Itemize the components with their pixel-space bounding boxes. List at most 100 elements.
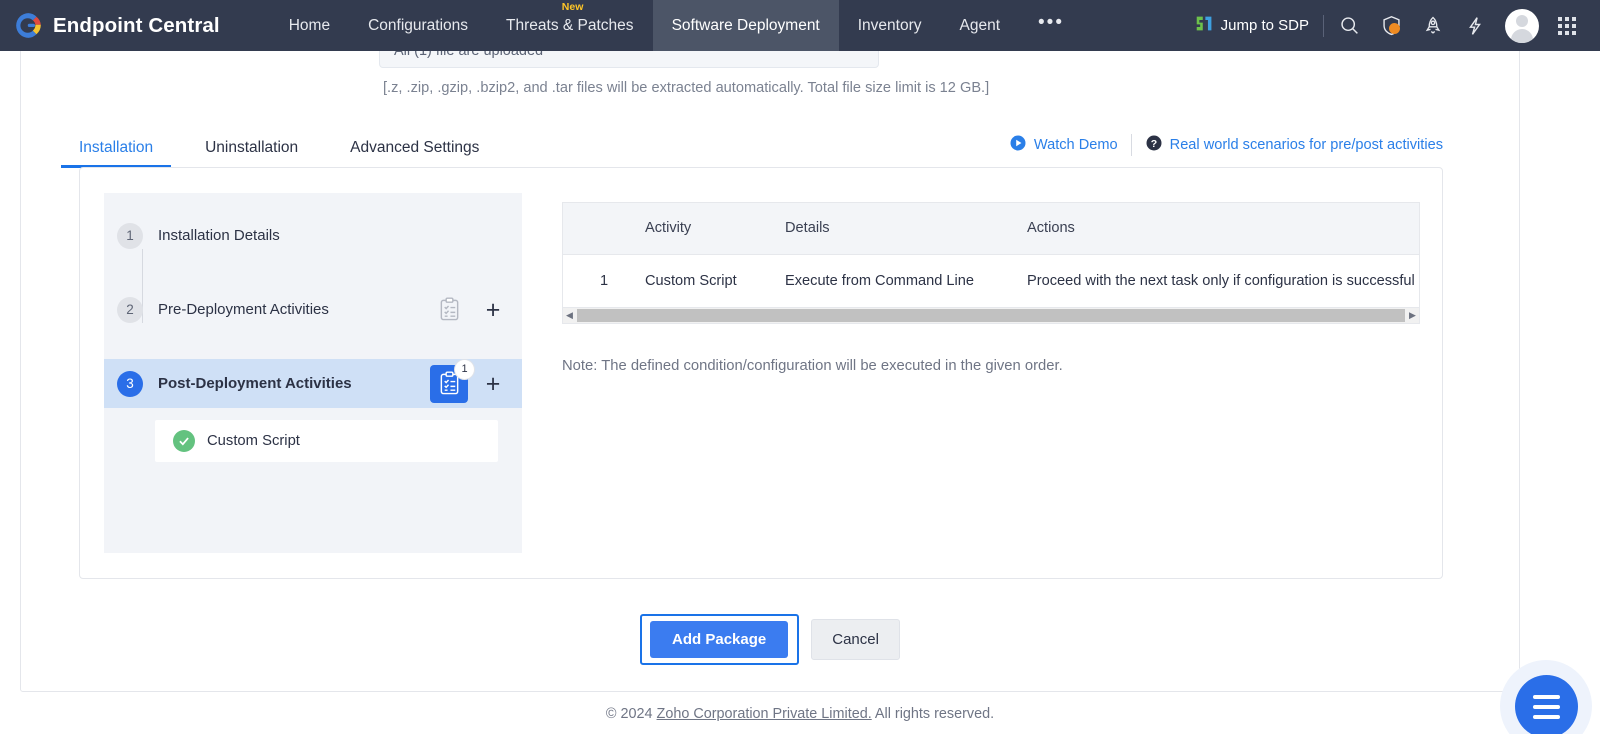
activities-panel: 1 Installation Details 2 Pre-Deployment … [79,167,1443,579]
shield-alert-dot [1388,23,1400,34]
scroll-right-arrow-icon[interactable]: ▶ [1406,310,1419,321]
table-header-row: Activity Details Actions [563,203,1419,255]
activities-table: Activity Details Actions 1 Custom Script… [562,202,1420,324]
app-grid-icon[interactable] [1546,0,1588,51]
new-badge: New [561,1,584,13]
footer-suffix: All rights reserved. [871,706,995,722]
menu-lines-icon [1533,704,1560,709]
clipboard-checklist-icon[interactable] [430,291,468,329]
upload-status-message: All (1) file are uploaded [379,51,879,68]
tab-label: Advanced Settings [350,139,480,156]
tab-label: Installation [79,139,154,156]
step-number: 3 [117,370,143,397]
footer: © 2024 Zoho Corporation Private Limited.… [0,706,1600,722]
top-navigation-bar: Endpoint Central Home Configurations New… [0,0,1600,51]
nav-item-home[interactable]: Home [270,0,349,51]
column-header-details: Details [785,203,1027,255]
search-icon[interactable] [1328,0,1370,51]
nav-item-label: Home [288,16,331,34]
tab-advanced-settings[interactable]: Advanced Settings [350,139,479,167]
row-actions: Proceed with the next task only if confi… [1027,272,1415,289]
nav-item-software-deployment[interactable]: Software Deployment [652,0,839,51]
step-pre-deployment-activities[interactable]: 2 Pre-Deployment Activities + [104,285,522,334]
package-form-card: All (1) file are uploaded [.z, .zip, .gz… [20,51,1520,692]
avatar[interactable] [1505,8,1539,43]
add-pre-deployment-activity-button[interactable]: + [480,297,506,322]
app-grid-dots [1558,16,1576,35]
row-details: Execute from Command Line [785,272,974,289]
add-package-button[interactable]: Add Package [650,621,789,658]
activity-count-badge: 1 [455,359,474,379]
header-actions: Jump to SDP [1195,0,1600,51]
menu-lines-icon [1533,714,1560,719]
zoho-corporation-link[interactable]: Zoho Corporation Private Limited. [657,706,872,722]
real-world-scenarios-link[interactable]: ? Real world scenarios for pre/post acti… [1145,134,1443,156]
step-label: Installation Details [158,227,280,244]
check-circle-icon [173,430,195,452]
table-row[interactable]: 1 Custom Script Execute from Command Lin… [563,254,1419,307]
step-label: Pre-Deployment Activities [158,301,329,318]
step-post-deployment-activities[interactable]: 3 Post-Deployment Activities 1 + [104,359,522,408]
row-activity-link[interactable]: Custom Script [645,254,785,307]
jump-to-sdp-label: Jump to SDP [1220,17,1309,34]
order-note: Note: The defined condition/configuratio… [562,358,1063,374]
scroll-left-arrow-icon[interactable]: ◀ [563,310,576,321]
primary-nav: Home Configurations New Threats & Patche… [270,0,1083,51]
upload-hint-text: [.z, .zip, .gzip, .bzip2, and .tar files… [383,80,990,96]
nav-item-agent[interactable]: Agent [941,0,1020,51]
watch-demo-link[interactable]: Watch Demo [1009,134,1118,156]
brand-name: Endpoint Central [53,13,220,37]
step-label: Post-Deployment Activities [158,375,352,392]
nav-item-label: Threats & Patches [506,16,634,34]
rocket-icon[interactable] [1412,0,1454,51]
nav-item-configurations[interactable]: Configurations [349,0,487,51]
nav-item-label: Configurations [368,16,469,34]
sdp-logo-icon [1195,14,1214,37]
page-body: All (1) file are uploaded [.z, .zip, .gz… [0,51,1600,734]
clipboard-checklist-icon[interactable]: 1 [430,359,474,403]
more-dots-icon: ••• [1038,11,1064,33]
scrollbar-thumb[interactable] [577,309,1405,322]
column-header-index [563,203,645,255]
floating-menu-button[interactable] [1515,675,1578,734]
nav-item-more[interactable]: ••• [1019,0,1083,51]
help-circle-icon: ? [1145,134,1163,156]
deployment-steps-pane: 1 Installation Details 2 Pre-Deployment … [104,193,522,553]
shield-icon[interactable] [1370,0,1412,51]
jump-to-sdp-link[interactable]: Jump to SDP [1195,14,1324,37]
avatar-silhouette-icon [1505,9,1539,43]
row-index: 1 [599,272,609,289]
nav-item-label: Agent [959,16,1001,34]
tab-uninstallation[interactable]: Uninstallation [205,139,298,167]
step-installation-details[interactable]: 1 Installation Details [104,211,522,260]
add-post-deployment-activity-button[interactable]: + [480,371,506,396]
tab-installation[interactable]: Installation [60,139,172,168]
svg-text:?: ? [1150,138,1156,150]
nav-item-threats-and-patches[interactable]: New Threats & Patches [487,0,653,51]
real-world-scenarios-label: Real world scenarios for pre/post activi… [1169,137,1443,153]
step-number: 1 [117,222,143,249]
tab-bar: Installation Uninstallation Advanced Set… [60,126,1519,168]
column-header-activity: Activity [645,203,785,255]
nav-item-inventory[interactable]: Inventory [839,0,941,51]
table-horizontal-scrollbar[interactable]: ◀ ▶ [563,307,1419,323]
sub-activity-item[interactable]: Custom Script [155,420,498,462]
link-separator [1130,134,1132,156]
column-header-actions: Actions [1027,203,1419,255]
menu-lines-icon [1533,694,1560,699]
watch-demo-label: Watch Demo [1033,137,1118,153]
form-actions: Add Package Cancel [21,614,1519,665]
footer-prefix: © 2024 [605,706,657,722]
play-circle-icon [1009,134,1027,156]
step-number: 2 [117,296,143,323]
brand[interactable]: Endpoint Central [0,11,220,40]
cancel-button[interactable]: Cancel [811,619,900,660]
endpoint-central-logo-icon [14,11,43,40]
tab-help-links: Watch Demo ? Real world scenarios for pr… [1009,134,1519,167]
nav-item-label: Inventory [857,16,922,34]
lightning-icon[interactable] [1454,0,1496,51]
nav-item-label: Software Deployment [671,16,820,34]
add-package-focus-ring: Add Package [640,614,800,665]
tab-label: Uninstallation [205,139,299,156]
sub-activity-label: Custom Script [207,433,300,449]
